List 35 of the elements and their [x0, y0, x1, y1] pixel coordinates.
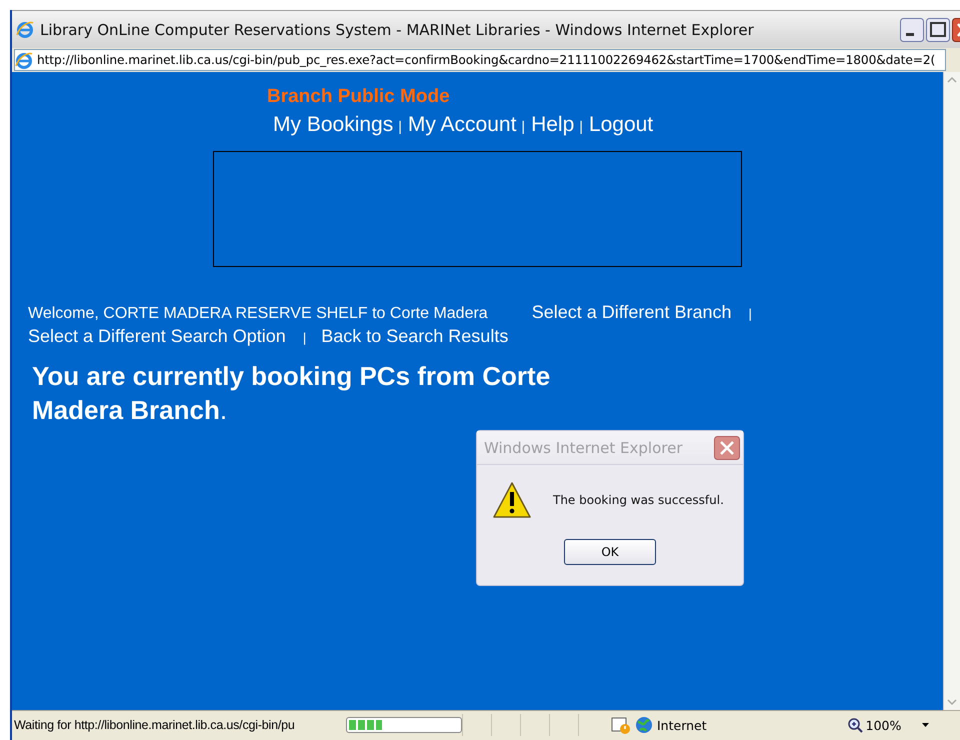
- nav-link[interactable]: Logout: [588, 113, 654, 137]
- separator: |: [521, 118, 526, 134]
- status-text: Waiting for http://libonline.marinet.lib.ca.us/cgi-bin/pu: [13, 718, 296, 732]
- separator: |: [579, 118, 583, 134]
- welcome-text: Welcome, CORTE MADERA RESERVE SHELF to Corte Madera: [28, 305, 488, 322]
- nav-link[interactable]: Help: [531, 113, 574, 137]
- warning-icon: [493, 481, 531, 519]
- nav-link[interactable]: My Account: [408, 113, 516, 137]
- address-field[interactable]: http://libonline.marinet.lib.ca.us/cgi-bin/pub_pc_res.exe?act=confirmBooking&cardno=21111002269462&startTime=1700&endTime=1800&date=2(: [14, 49, 946, 71]
- ok-button[interactable]: OK: [564, 539, 656, 565]
- url-text: http://libonline.marinet.lib.ca.us/cgi-bin/pub_pc_res.exe?act=confirmBooking&cardno=21111002269462&startTime=1700&endTime=1800&date=2(: [37, 53, 936, 67]
- dialog-message: The booking was successful.: [553, 493, 724, 507]
- zoom-level: 100%: [866, 718, 902, 732]
- zoom-icon: [846, 717, 863, 733]
- separator: |: [302, 330, 306, 345]
- zone-label: Internet: [657, 718, 707, 732]
- dialog-title: Windows Internet Explorer: [484, 438, 683, 456]
- text-link[interactable]: Select a Different Search Option: [28, 326, 286, 346]
- separator: |: [398, 118, 402, 134]
- page-heading: You are currently booking PCs from Corte Madera Branch.: [32, 360, 552, 427]
- text-link[interactable]: Select a Different Branch: [532, 302, 732, 322]
- separator: |: [748, 306, 752, 321]
- globe-icon: [635, 716, 653, 734]
- minimize-button[interactable]: [900, 18, 924, 42]
- nav-link[interactable]: My Bookings: [273, 113, 394, 137]
- zoom-control[interactable]: 100%: [846, 717, 930, 733]
- text-link[interactable]: Back to Search Results: [321, 326, 508, 346]
- caret-icon[interactable]: [922, 723, 930, 727]
- warning-icon[interactable]: [611, 716, 631, 734]
- mode-label: Branch Public Mode: [267, 86, 451, 108]
- close-button[interactable]: [714, 436, 740, 460]
- maximize-button[interactable]: [926, 18, 950, 42]
- browser-icon: [16, 20, 36, 40]
- window-title: Library OnLine Computer Reservations System - MARINet Libraries - Windows Internet Explorer: [40, 20, 755, 38]
- page-icon: [15, 51, 33, 69]
